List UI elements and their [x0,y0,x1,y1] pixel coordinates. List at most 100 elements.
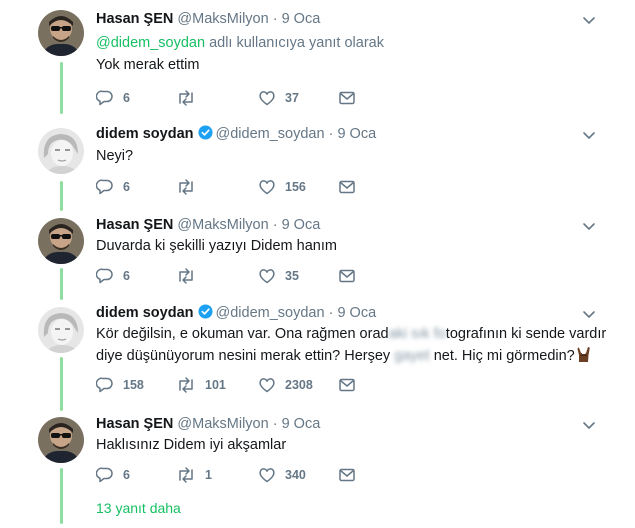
text-segment: Kör değilsin, e okuman var. Ona rağmen o… [96,326,389,342]
envelope-icon [339,91,355,105]
reply-context: @didem_soydan adlı kullanıcıya yanıt ola… [96,34,384,52]
retweet-icon [179,467,193,483]
tweet-actions: 6 156 [96,178,366,196]
user-handle[interactable]: @didem_soydan [216,126,325,142]
blurred-text: gayet [394,348,430,364]
timestamp[interactable]: 9 Oca [282,416,321,432]
separator-dot: · [272,416,278,432]
like-button[interactable]: 35 [258,267,299,285]
avatar-didem[interactable] [38,128,84,174]
tweet-header: Hasan ŞEN @MaksMilyon · 9 Oca [96,216,320,234]
timestamp[interactable]: 9 Oca [282,217,321,233]
separator-dot: · [272,217,278,233]
tweet-header: didem soydan @didem_soydan · 9 Oca [96,125,376,143]
reply-count: 6 [123,180,130,194]
tweet-text: Yok merak ettim [96,57,200,73]
tweet-actions: 6 35 [96,267,366,285]
tweet-text: Neyi? [96,148,134,164]
user-handle[interactable]: @MaksMilyon [177,11,268,27]
separator-dot: · [272,11,278,27]
text-segment: tografının ki sende vardır [445,326,607,342]
timestamp[interactable]: 9 Oca [337,305,376,321]
blurred-text: aki sık fo [388,326,446,342]
reply-button[interactable]: 158 [96,376,144,394]
like-button[interactable]: 156 [258,178,306,196]
reply-button[interactable]: 6 [96,267,130,285]
tweet-text: Haklısınız Didem iyi akşamlar [96,437,287,453]
envelope-icon [339,269,355,283]
reply-context-text: adlı kullanıcıya yanıt olarak [205,35,384,51]
tweet-text-line: Kör değilsin, e okuman var. Ona rağmen o… [96,323,606,345]
avatar-hasan[interactable] [38,417,84,463]
heart-icon [259,269,275,284]
timestamp[interactable]: 9 Oca [337,126,376,142]
direct-message-button[interactable] [338,178,365,196]
tweet[interactable]: Hasan ŞEN @MaksMilyon · 9 Oca @didem_soy… [0,0,635,120]
display-name[interactable]: didem soydan [96,305,194,321]
user-handle[interactable]: @didem_soydan [216,305,325,321]
tweet-actions: 6 37 [96,89,366,107]
display-name[interactable]: Hasan ŞEN [96,217,173,233]
retweet-button[interactable] [176,178,205,196]
reply-icon [96,377,113,393]
chevron-down-icon[interactable] [581,12,597,28]
retweet-button[interactable]: 1 [176,466,212,484]
retweet-button[interactable] [176,267,205,285]
timestamp[interactable]: 9 Oca [282,11,321,27]
display-name[interactable]: Hasan ŞEN [96,416,173,432]
like-count: 2308 [285,378,313,392]
direct-message-button[interactable] [338,466,365,484]
tweet-text: Duvarda ki şekilli yazıyı Didem hanım [96,238,337,254]
retweet-button[interactable]: 101 [176,376,226,394]
reply-button[interactable]: 6 [96,466,130,484]
display-name[interactable]: Hasan ŞEN [96,11,173,27]
like-count: 37 [285,91,299,105]
retweet-icon [179,377,193,393]
reply-count: 6 [123,269,130,283]
chevron-down-icon[interactable] [581,127,597,143]
like-button[interactable]: 37 [258,89,299,107]
like-button[interactable]: 2308 [258,376,313,394]
tweet-header: Hasan ŞEN @MaksMilyon · 9 Oca [96,415,320,433]
tweet-header: didem soydan @didem_soydan · 9 Oca [96,304,376,322]
retweet-icon [179,179,193,195]
chevron-down-icon[interactable] [581,417,597,433]
avatar-didem[interactable] [38,307,84,353]
tweet-header: Hasan ŞEN @MaksMilyon · 9 Oca [96,10,320,28]
like-count: 35 [285,269,299,283]
chevron-down-icon[interactable] [581,218,597,234]
reply-icon [96,90,113,106]
tweet[interactable]: Hasan ŞEN @MaksMilyon · 9 Oca Duvarda ki… [0,210,635,299]
reply-button[interactable]: 6 [96,89,130,107]
more-replies-link[interactable]: 13 yanıt daha [96,500,181,516]
envelope-icon [339,378,355,392]
tweet-actions: 158 101 2308 [96,376,366,394]
avatar-hasan[interactable] [38,218,84,264]
chevron-down-icon[interactable] [581,306,597,322]
heart-icon [259,180,275,195]
text-segment: net. Hiç mi görmedin? [429,348,575,364]
user-handle[interactable]: @MaksMilyon [177,217,268,233]
reply-count: 6 [123,468,130,482]
direct-message-button[interactable] [338,267,365,285]
retweet-count: 1 [205,468,212,482]
like-button[interactable]: 340 [258,466,306,484]
tweet-actions: 6 1 340 [96,466,366,484]
direct-message-button[interactable] [338,376,365,394]
user-handle[interactable]: @MaksMilyon [177,416,268,432]
tweet[interactable]: didem soydan @didem_soydan · 9 Oca Kör de… [0,299,635,409]
reply-button[interactable]: 6 [96,178,130,196]
display-name[interactable]: didem soydan [96,126,194,142]
reply-count: 158 [123,378,144,392]
separator-dot: · [328,305,334,321]
direct-message-button[interactable] [338,89,365,107]
heart-icon [259,468,275,483]
retweet-button[interactable] [176,89,205,107]
reply-icon [96,179,113,195]
avatar-hasan[interactable] [38,10,84,56]
tweet[interactable]: Hasan ŞEN @MaksMilyon · 9 Oca Haklısınız… [0,409,635,497]
mention-link[interactable]: @didem_soydan [96,35,205,51]
tweet[interactable]: didem soydan @didem_soydan · 9 Oca Neyi? … [0,120,635,210]
reply-icon [96,467,113,483]
envelope-icon [339,468,355,482]
